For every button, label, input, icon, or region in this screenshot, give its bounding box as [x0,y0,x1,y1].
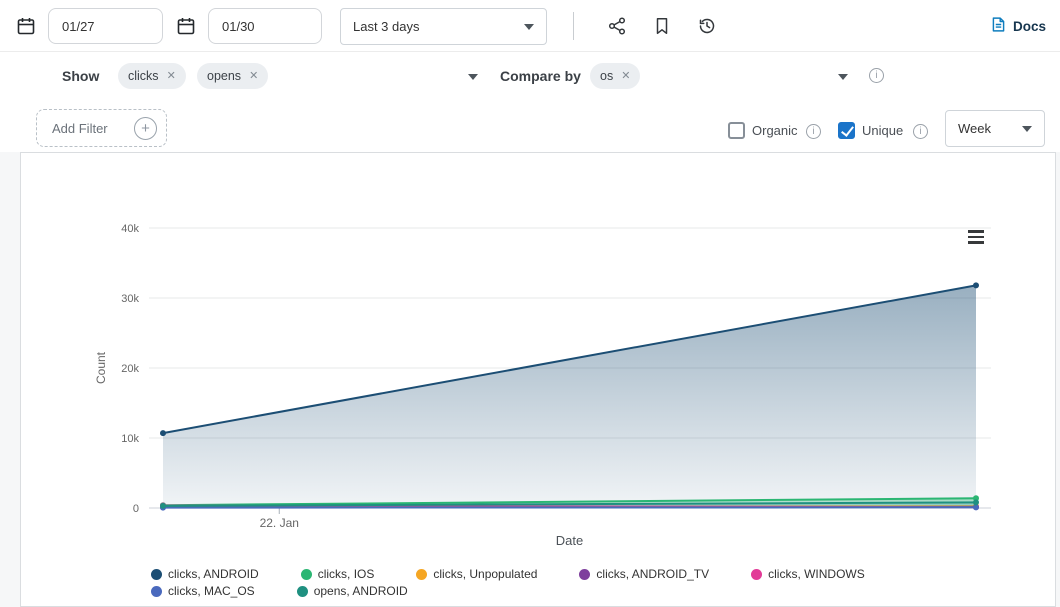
docs-link[interactable]: Docs [990,0,1046,52]
legend-marker-icon [151,569,162,580]
compare-by-label: Compare by [500,66,581,86]
legend-marker-icon [751,569,762,580]
legend-label: clicks, ANDROID [168,567,259,582]
timeseries-chart: 0 10k 20k 30k 40k 22. Jan Count Date [21,153,1057,607]
toolbar-divider [573,12,574,40]
bookmark-button[interactable] [644,8,680,44]
unique-label: Unique [862,123,903,139]
docs-icon [990,16,1007,36]
legend-label: clicks, IOS [318,567,375,582]
y-axis-title: Count [94,351,108,384]
chart-context-menu-button[interactable] [965,227,987,247]
legend-label: clicks, Unpopulated [433,567,537,582]
compare-info-icon[interactable]: i [869,68,884,83]
share-button[interactable] [599,8,635,44]
legend-marker-icon [301,569,312,580]
show-label: Show [62,66,99,86]
chevron-down-icon [524,24,534,30]
compare-chip-os[interactable]: os ✕ [590,63,640,89]
data-point-marker[interactable] [973,499,979,505]
legend-marker-icon [579,569,590,580]
top-toolbar: Last 3 days Docs [0,0,1060,52]
chip-remove-icon[interactable]: ✕ [621,71,630,82]
legend-label: clicks, ANDROID_TV [596,567,709,582]
unique-checkbox[interactable] [838,122,855,139]
y-tick-label: 0 [133,503,139,515]
show-chip-clicks[interactable]: clicks ✕ [118,63,186,89]
y-tick-label: 40k [121,223,139,235]
legend-marker-icon [416,569,427,580]
calendar-icon[interactable] [15,15,37,37]
data-point-marker[interactable] [160,430,166,436]
history-button[interactable] [689,8,725,44]
end-date-input[interactable] [208,8,322,44]
interval-select[interactable]: Week [945,110,1045,147]
add-filter-button[interactable]: Add Filter + [36,109,167,147]
chart-card: 0 10k 20k 30k 40k 22. Jan Count Date clicks, AN… [20,152,1056,607]
show-dropdown-caret-icon[interactable] [468,74,478,80]
series-area [163,285,976,508]
legend-item[interactable]: clicks, WINDOWS [751,567,865,582]
chip-remove-icon[interactable]: ✕ [167,71,176,82]
y-tick-label: 20k [121,363,139,375]
legend-label: clicks, MAC_OS [168,584,255,599]
legend-item[interactable]: clicks, IOS [301,567,375,582]
docs-label: Docs [1013,19,1046,34]
chip-label: os [600,69,613,83]
chip-remove-icon[interactable]: ✕ [249,71,258,82]
unique-info-icon[interactable]: i [913,124,928,139]
plus-icon: + [134,117,157,140]
legend-marker-icon [297,586,308,597]
filters-panel: Show clicks ✕ opens ✕ Compare by os ✕ i … [0,52,1060,152]
organic-label: Organic [752,123,798,139]
show-chip-opens[interactable]: opens ✕ [197,63,268,89]
legend-marker-icon [151,586,162,597]
compare-dropdown-caret-icon[interactable] [838,74,848,80]
data-point-marker[interactable] [160,503,166,509]
calendar-icon[interactable] [175,15,197,37]
start-date-input[interactable] [48,8,163,44]
x-tick-label: 22. Jan [260,516,299,530]
y-tick-label: 10k [121,433,139,445]
legend-item[interactable]: clicks, MAC_OS [151,584,255,599]
legend-item[interactable]: clicks, ANDROID [151,567,259,582]
legend-item[interactable]: clicks, Unpopulated [416,567,537,582]
chart-legend: clicks, ANDROID clicks, IOS clicks, Unpopu… [151,567,971,599]
legend-item[interactable]: opens, ANDROID [297,584,408,599]
chevron-down-icon [1022,126,1032,132]
data-point-marker[interactable] [973,282,979,288]
interval-value: Week [958,121,991,136]
organic-info-icon[interactable]: i [806,124,821,139]
legend-item[interactable]: clicks, ANDROID_TV [579,567,709,582]
y-tick-label: 30k [121,293,139,305]
organic-checkbox[interactable] [728,122,745,139]
chip-label: opens [207,69,241,83]
date-range-select[interactable]: Last 3 days [340,8,547,45]
legend-label: clicks, WINDOWS [768,567,865,582]
legend-label: opens, ANDROID [314,584,408,599]
chip-label: clicks [128,69,159,83]
add-filter-label: Add Filter [52,121,108,136]
date-range-value: Last 3 days [353,19,420,34]
x-axis-title: Date [556,533,583,548]
